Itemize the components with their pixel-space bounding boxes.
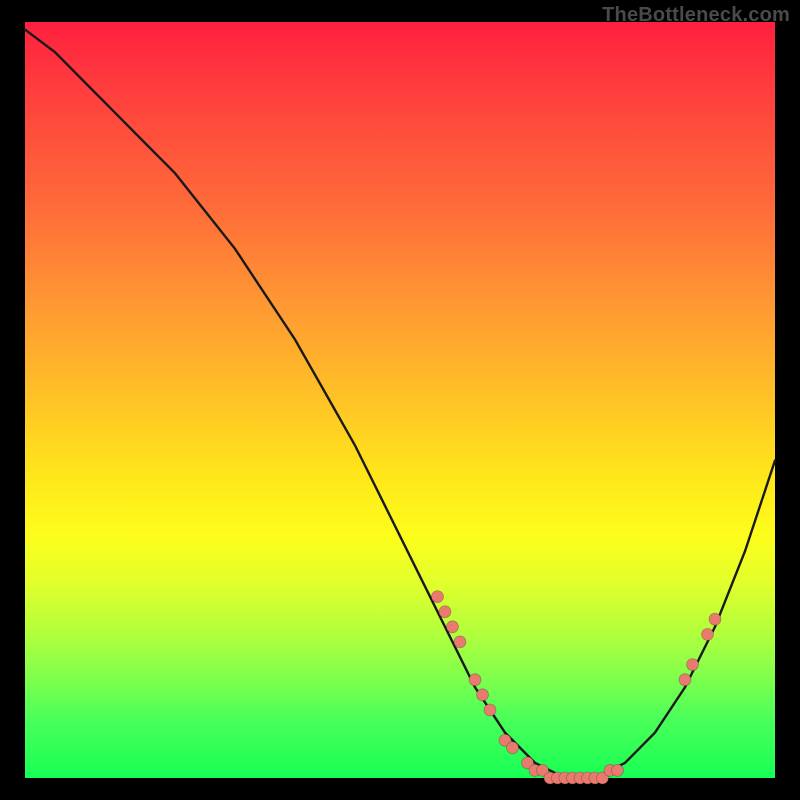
data-point	[447, 621, 459, 633]
data-point	[469, 674, 481, 686]
data-point	[612, 764, 624, 776]
data-point	[687, 659, 699, 671]
chart-overlay	[0, 0, 800, 800]
bottleneck-curve	[25, 30, 775, 778]
data-point	[702, 628, 714, 640]
data-point	[454, 636, 466, 648]
data-point	[484, 704, 496, 716]
data-point	[432, 591, 444, 603]
data-point	[439, 606, 451, 618]
data-point	[679, 674, 691, 686]
data-point	[477, 689, 489, 701]
chart-container: TheBottleneck.com	[0, 0, 800, 800]
watermark-text: TheBottleneck.com	[602, 4, 790, 27]
data-point	[507, 742, 519, 754]
data-point	[709, 613, 721, 625]
